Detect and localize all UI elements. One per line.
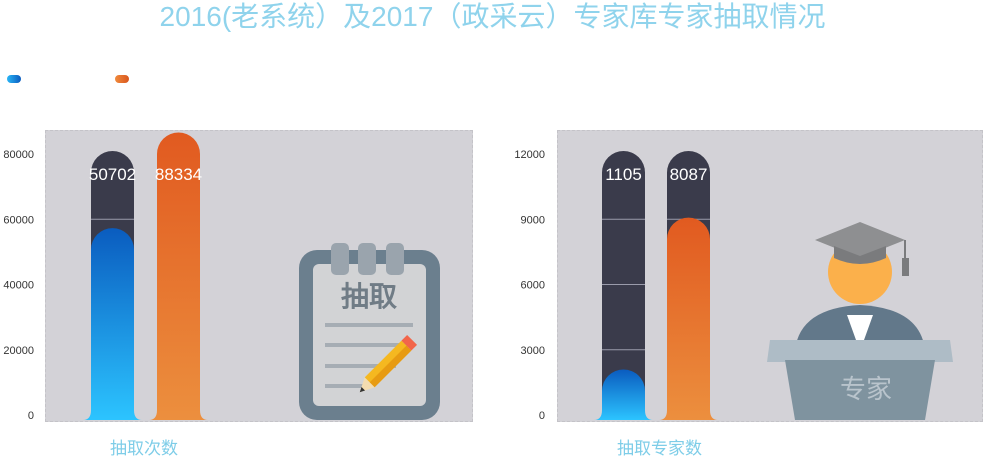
- podium-label: 专家: [840, 375, 892, 405]
- y-tick-label: 20000: [3, 345, 34, 357]
- y-tick-label: 9000: [521, 214, 545, 226]
- chart-2: 0 3000 6000 9000 12000 1105 8087: [514, 149, 718, 422]
- notepad-label: 抽取: [341, 280, 397, 313]
- data-label: 88334: [155, 165, 202, 184]
- y-tick-label: 60000: [3, 214, 34, 226]
- y-tick-label: 0: [28, 410, 34, 422]
- y-tick-label: 12000: [514, 149, 545, 161]
- y-tick-label: 3000: [521, 345, 545, 357]
- y-tick-label: 6000: [521, 280, 545, 292]
- expert-illustration: 专家: [767, 222, 953, 420]
- y-tick-label: 80000: [3, 149, 34, 161]
- chart-1: 0 20000 40000 60000 80000 50702 88334: [3, 132, 208, 422]
- data-label: 1105: [605, 165, 642, 184]
- x-label-chart-1: 抽取次数: [110, 439, 178, 458]
- x-label-chart-2: 抽取专家数: [617, 439, 702, 458]
- bar-series-2: [659, 217, 718, 420]
- data-label: 50702: [89, 165, 136, 184]
- charts-canvas: 0 20000 40000 60000 80000 50702 88334 0 3000 600…: [3, 132, 953, 422]
- data-label: 8087: [670, 165, 708, 184]
- notepad-illustration: 抽取: [299, 243, 440, 420]
- y-tick-label: 0: [539, 410, 545, 422]
- bar-series-1: [83, 228, 142, 420]
- y-tick-label: 40000: [3, 280, 34, 292]
